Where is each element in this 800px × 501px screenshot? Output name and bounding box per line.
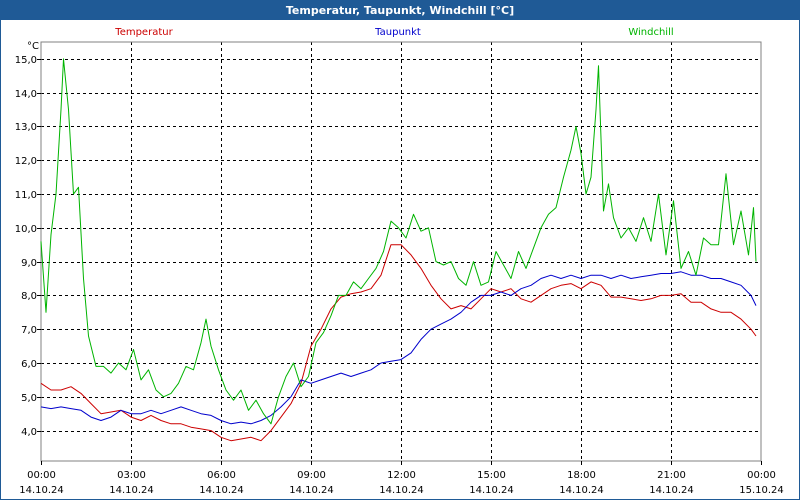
legend-item-taupunkt: Taupunkt: [374, 27, 421, 38]
x-tick-time-label: 21:00: [657, 470, 686, 481]
y-tick-label: 7,0: [21, 325, 37, 336]
legend: Temperatur Taupunkt Windchill: [114, 27, 673, 38]
x-tick-date-label: 14.10.24: [379, 485, 424, 496]
x-tick-time-label: 18:00: [567, 470, 596, 481]
x-tick-time-label: 03:00: [117, 470, 146, 481]
x-tick-time-label: 00:00: [747, 470, 776, 481]
x-tick-date-label: 14.10.24: [559, 485, 604, 496]
series-line-taupunkt: [40, 271, 757, 425]
x-tick-time-label: 09:00: [297, 470, 326, 481]
y-tick-label: 8,0: [21, 291, 37, 302]
x-tick-date-label: 14.10.24: [199, 485, 244, 496]
y-tick-label: 4,0: [21, 427, 37, 438]
series-line-windchill: [40, 58, 757, 425]
y-tick-label: 5,0: [21, 393, 37, 404]
grid: [41, 42, 761, 461]
legend-item-windchill: Windchill: [628, 27, 673, 38]
x-tick-date-label: 15.10.24: [739, 485, 784, 496]
series-lines: [40, 58, 757, 442]
axis-labels: 4,0 5,0 6,0 7,0 8,0 9,0 10,0 11,0 12,0 13,0 14,0 15…: [15, 41, 784, 496]
y-tick-label: 15,0: [15, 55, 37, 66]
y-axis-label: °C: [27, 41, 39, 52]
x-tick-time-label: 06:00: [207, 470, 236, 481]
y-tick-label: 9,0: [21, 258, 37, 269]
x-tick-date-label: 14.10.24: [289, 485, 334, 496]
x-tick-date-label: 14.10.24: [649, 485, 694, 496]
y-tick-label: 12,0: [15, 156, 37, 167]
chart-window: Temperatur, Taupunkt, Windchill [°C] 4,0…: [0, 0, 800, 500]
y-tick-label: 6,0: [21, 359, 37, 370]
line-chart: 4,0 5,0 6,0 7,0 8,0 9,0 10,0 11,0 12,0 13,0 14,0 15…: [15, 27, 784, 496]
x-tick-time-label: 12:00: [387, 470, 416, 481]
x-tick-time-label: 15:00: [477, 470, 506, 481]
x-tick-date-label: 14.10.24: [19, 485, 64, 496]
axes: [37, 41, 762, 465]
y-tick-label: 11,0: [15, 190, 37, 201]
y-tick-label: 10,0: [15, 224, 37, 235]
legend-item-temperatur: Temperatur: [114, 27, 173, 38]
x-tick-time-label: 00:00: [27, 470, 56, 481]
x-tick-date-label: 14.10.24: [109, 485, 154, 496]
y-tick-label: 14,0: [15, 89, 37, 100]
y-tick-label: 13,0: [15, 122, 37, 133]
x-tick-date-label: 14.10.24: [469, 485, 514, 496]
